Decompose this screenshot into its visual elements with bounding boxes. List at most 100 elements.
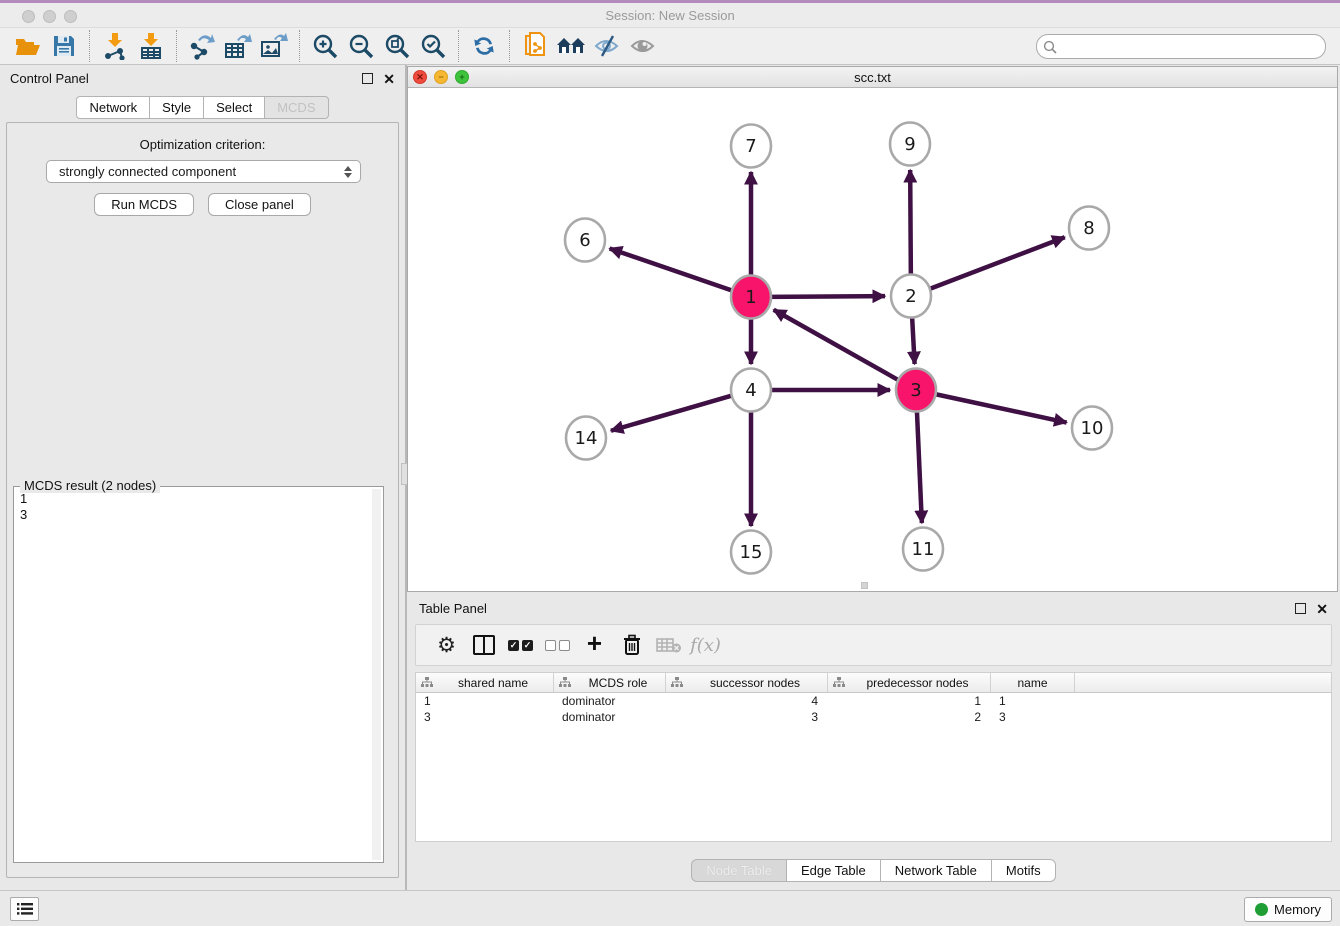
- select-stepper-icon: [344, 166, 352, 178]
- table-settings-button[interactable]: ⚙: [428, 628, 465, 662]
- tab-network[interactable]: Network: [76, 96, 149, 119]
- tab-mcds[interactable]: MCDS: [264, 96, 328, 119]
- graph-edge-1-6[interactable]: [610, 248, 733, 290]
- open-session-button[interactable]: [10, 30, 46, 62]
- network-close-icon[interactable]: ✕: [413, 70, 427, 84]
- network-view-window: ✕ − + scc.txt 1 2 3 4 6 7 8 9 10 11 14 15: [407, 66, 1338, 592]
- cell-name[interactable]: 1: [991, 694, 1075, 708]
- graph-node-15[interactable]: 15: [731, 531, 771, 574]
- column-header-shared-name[interactable]: shared name: [416, 673, 554, 692]
- criterion-select[interactable]: strongly connected component: [46, 160, 361, 183]
- close-panel-icon[interactable]: ✕: [383, 72, 395, 86]
- graph-edge-2-8[interactable]: [929, 237, 1065, 289]
- search-input[interactable]: [1061, 37, 1325, 57]
- export-image-button[interactable]: [256, 30, 292, 62]
- save-session-button[interactable]: [46, 30, 82, 62]
- add-column-button[interactable]: +: [576, 628, 613, 662]
- optimization-criterion-label: Optimization criterion:: [7, 137, 398, 152]
- minimize-window-button[interactable]: [43, 10, 56, 23]
- cell-name[interactable]: 3: [991, 710, 1075, 724]
- svg-text:11: 11: [912, 539, 935, 560]
- delete-column-button[interactable]: [613, 628, 650, 662]
- column-header-mcds-role[interactable]: MCDS role: [554, 673, 666, 692]
- cell-successor-nodes[interactable]: 3: [666, 710, 828, 724]
- run-mcds-button[interactable]: Run MCDS: [94, 193, 194, 216]
- zoom-selected-button[interactable]: [415, 30, 451, 62]
- tab-node-table[interactable]: Node Table: [691, 859, 786, 882]
- graph-node-8[interactable]: 8: [1069, 207, 1109, 250]
- graph-node-4[interactable]: 4: [731, 369, 771, 412]
- cell-successor-nodes[interactable]: 4: [666, 694, 828, 708]
- export-table-button[interactable]: [220, 30, 256, 62]
- graph-node-3[interactable]: 3: [896, 369, 936, 412]
- column-header-name[interactable]: name: [991, 673, 1075, 692]
- tab-select[interactable]: Select: [203, 96, 264, 119]
- node-table-header: shared name MCDS role successor nodes pr…: [416, 673, 1331, 693]
- close-table-panel-icon[interactable]: ✕: [1316, 602, 1328, 616]
- close-window-button[interactable]: [22, 10, 35, 23]
- node-table: shared name MCDS role successor nodes pr…: [415, 672, 1332, 842]
- network-canvas[interactable]: 1 2 3 4 6 7 8 9 10 11 14 15: [408, 88, 1337, 591]
- column-header-predecessor-nodes[interactable]: predecessor nodes: [828, 673, 991, 692]
- network-window-controls[interactable]: ✕ − +: [413, 70, 469, 84]
- search-field[interactable]: [1036, 34, 1326, 59]
- tab-style[interactable]: Style: [149, 96, 203, 119]
- select-all-button[interactable]: ✓ ✓: [502, 628, 539, 662]
- tab-network-table[interactable]: Network Table: [880, 859, 991, 882]
- close-panel-button[interactable]: Close panel: [208, 193, 311, 216]
- cell-shared-name[interactable]: 3: [416, 710, 554, 724]
- canvas-scroll-grip[interactable]: [861, 582, 868, 589]
- float-table-panel-icon[interactable]: [1295, 603, 1306, 614]
- graph-node-11[interactable]: 11: [903, 528, 943, 571]
- graph-node-7[interactable]: 7: [731, 125, 771, 168]
- graph-node-9[interactable]: 9: [890, 123, 930, 166]
- task-history-button[interactable]: [10, 897, 39, 921]
- float-panel-icon[interactable]: [362, 73, 373, 84]
- network-view-titlebar[interactable]: ✕ − + scc.txt: [408, 67, 1337, 88]
- tab-motifs[interactable]: Motifs: [991, 859, 1056, 882]
- export-network-button[interactable]: [184, 30, 220, 62]
- graph-node-6[interactable]: 6: [565, 219, 605, 262]
- network-maximize-icon[interactable]: +: [455, 70, 469, 84]
- trash-icon: [622, 634, 642, 656]
- deselect-all-button[interactable]: [539, 628, 576, 662]
- graph-edge-2-3[interactable]: [912, 315, 915, 364]
- zoom-window-button[interactable]: [64, 10, 77, 23]
- import-network-button[interactable]: [97, 30, 133, 62]
- graph-node-2[interactable]: 2: [891, 275, 931, 318]
- cell-predecessor-nodes[interactable]: 2: [828, 710, 991, 724]
- graph-node-10[interactable]: 10: [1072, 407, 1112, 450]
- graph-edge-1-2[interactable]: [770, 296, 885, 297]
- network-graph[interactable]: 1 2 3 4 6 7 8 9 10 11 14 15: [408, 88, 1337, 591]
- column-header-successor-nodes[interactable]: successor nodes: [666, 673, 828, 692]
- refresh-button[interactable]: [466, 30, 502, 62]
- import-table-button[interactable]: [133, 30, 169, 62]
- toggle-columns-button[interactable]: [465, 628, 502, 662]
- graph-edge-3-1[interactable]: [774, 310, 900, 381]
- table-row[interactable]: 1 dominator 4 1 1: [416, 693, 1331, 709]
- window-controls[interactable]: [22, 10, 77, 23]
- network-minimize-icon[interactable]: −: [434, 70, 448, 84]
- graph-node-14[interactable]: 14: [566, 417, 606, 460]
- cell-shared-name[interactable]: 1: [416, 694, 554, 708]
- graph-edge-3-11[interactable]: [917, 409, 922, 523]
- show-panels-button[interactable]: [625, 30, 661, 62]
- home-button[interactable]: [553, 30, 589, 62]
- clone-network-button[interactable]: [517, 30, 553, 62]
- result-scrollbar[interactable]: [372, 489, 381, 860]
- hide-panels-button[interactable]: [589, 30, 625, 62]
- cell-predecessor-nodes[interactable]: 1: [828, 694, 991, 708]
- graph-edge-4-14[interactable]: [611, 395, 733, 430]
- graph-node-1[interactable]: 1: [731, 276, 771, 319]
- zoom-out-button[interactable]: [343, 30, 379, 62]
- graph-edge-3-10[interactable]: [935, 394, 1067, 423]
- graph-edge-2-9[interactable]: [910, 170, 911, 277]
- memory-button[interactable]: Memory: [1244, 897, 1332, 922]
- mcds-result-text[interactable]: 1 3: [16, 491, 371, 860]
- tab-edge-table[interactable]: Edge Table: [786, 859, 880, 882]
- cell-mcds-role[interactable]: dominator: [554, 694, 666, 708]
- cell-mcds-role[interactable]: dominator: [554, 710, 666, 724]
- table-row[interactable]: 3 dominator 3 2 3: [416, 709, 1331, 725]
- zoom-in-button[interactable]: [307, 30, 343, 62]
- zoom-fit-button[interactable]: [379, 30, 415, 62]
